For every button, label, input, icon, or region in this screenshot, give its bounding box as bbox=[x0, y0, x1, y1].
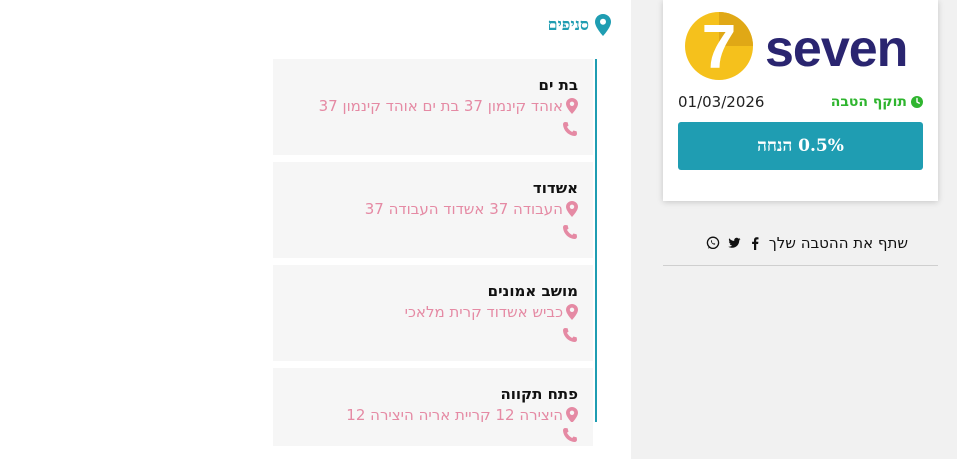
phone-icon[interactable] bbox=[562, 427, 578, 443]
branch-city: אשדוד bbox=[532, 179, 578, 197]
branch-city: פתח תקווה bbox=[500, 385, 578, 403]
brand-name: seven bbox=[765, 20, 907, 78]
share-row: שתף את ההטבה שלך bbox=[663, 232, 908, 254]
location-pin-icon bbox=[566, 201, 578, 217]
location-pin-icon bbox=[595, 14, 611, 36]
validity-label-group: תוקף הטבה bbox=[831, 94, 923, 110]
location-pin-icon bbox=[566, 304, 578, 320]
branch-address-text: היצירה 12 קריית אריה היצירה 12 bbox=[346, 406, 563, 422]
phone-icon[interactable] bbox=[562, 224, 578, 240]
brand-logo: 7 seven bbox=[685, 12, 908, 82]
branch-city: מושב אמונים bbox=[487, 282, 578, 300]
branch-address[interactable]: כביש אשדוד קרית מלאכי bbox=[405, 303, 578, 321]
facebook-icon[interactable] bbox=[748, 236, 762, 250]
branch-list[interactable]: בת ים אוהד קינמון 37 בת ים אוהד קינמון 3… bbox=[273, 59, 597, 422]
branches-title: סניפים bbox=[547, 15, 589, 34]
branch-address-text: אוהד קינמון 37 בת ים אוהד קינמון 37 bbox=[318, 97, 563, 115]
branch-address[interactable]: אוהד קינמון 37 בת ים אוהד קינמון 37 bbox=[319, 97, 578, 115]
branch-address[interactable]: העבודה 37 אשדוד העבודה 37 bbox=[365, 200, 578, 218]
branch-address-text: העבודה 37 אשדוד העבודה 37 bbox=[364, 200, 563, 218]
share-divider bbox=[663, 265, 938, 266]
logo-numeral: 7 bbox=[702, 13, 736, 82]
branch-card: אשדוד העבודה 37 אשדוד העבודה 37 bbox=[273, 162, 593, 258]
validity-date: 01/03/2026 bbox=[678, 93, 765, 111]
phone-icon[interactable] bbox=[562, 327, 578, 343]
branch-card: פתח תקווה היצירה 12 קריית אריה היצירה 12 bbox=[273, 368, 593, 422]
share-label: שתף את ההטבה שלך bbox=[768, 234, 908, 252]
validity-row: 01/03/2026 תוקף הטבה bbox=[678, 92, 923, 112]
whatsapp-icon[interactable] bbox=[706, 236, 720, 250]
branch-address-text: כביש אשדוד קרית מלאכי bbox=[404, 303, 563, 321]
branch-card: מושב אמונים כביש אשדוד קרית מלאכי bbox=[273, 265, 593, 361]
branch-address[interactable]: היצירה 12 קריית אריה היצירה 12 bbox=[346, 406, 578, 422]
clock-icon bbox=[911, 96, 923, 108]
branch-city: בת ים bbox=[538, 76, 578, 94]
validity-label: תוקף הטבה bbox=[830, 94, 907, 110]
coupon-card: 7 seven 01/03/2026 תוקף הטבה 0.5% הנחה bbox=[663, 0, 938, 201]
branch-card: בת ים אוהד קינמון 37 בת ים אוהד קינמון 3… bbox=[273, 59, 593, 155]
location-pin-icon bbox=[566, 407, 578, 422]
branch-card-overflow bbox=[273, 422, 593, 446]
twitter-icon[interactable] bbox=[727, 236, 741, 250]
phone-icon[interactable] bbox=[562, 121, 578, 137]
branches-heading: סניפים bbox=[548, 14, 611, 36]
discount-button[interactable]: 0.5% הנחה bbox=[678, 122, 923, 170]
location-pin-icon bbox=[566, 98, 578, 114]
